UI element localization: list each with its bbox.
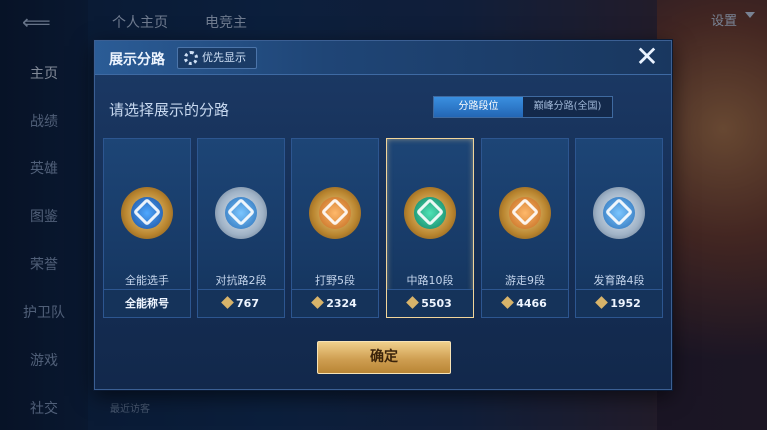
- toggle-lane-rank[interactable]: 分路段位: [434, 97, 523, 117]
- lane-card-footer: 2324: [292, 289, 378, 317]
- lane-display-dialog: 展示分路 优先显示 ✕ 请选择展示的分路 分路段位 巅峰分路(全国) 全能选手 …: [94, 40, 672, 390]
- lane-card-score: 2324: [326, 297, 357, 310]
- clash-lane-badge-icon: [215, 187, 267, 239]
- lane-card-mid[interactable]: 中路10段 5503: [386, 138, 474, 318]
- mid-lane-badge-icon: [404, 187, 456, 239]
- score-icon: [595, 296, 609, 309]
- priority-display-button[interactable]: 优先显示: [177, 47, 257, 69]
- lane-card-farm-lane[interactable]: 发育路4段 1952: [575, 138, 663, 318]
- lane-card-footer: 1952: [576, 289, 662, 317]
- lane-card-footer: 全能称号: [104, 289, 190, 317]
- lane-card-label: 全能选手: [125, 274, 169, 287]
- gear-icon: [184, 51, 198, 65]
- all-round-badge-icon: [121, 187, 173, 239]
- lane-card-score: 4466: [516, 297, 547, 310]
- close-icon[interactable]: ✕: [633, 43, 661, 71]
- lane-card-label: 游走9段: [505, 274, 545, 287]
- score-icon: [406, 296, 420, 309]
- dialog-title: 展示分路: [109, 52, 165, 68]
- lane-card-score: 767: [236, 297, 259, 310]
- lane-mode-toggle[interactable]: 分路段位 巅峰分路(全国): [433, 96, 613, 118]
- lane-card-footer: 4466: [482, 289, 568, 317]
- lane-card-score: 全能称号: [125, 297, 169, 310]
- lane-card-roam[interactable]: 游走9段 4466: [481, 138, 569, 318]
- lane-card-footer: 5503: [387, 289, 473, 317]
- score-icon: [311, 296, 325, 309]
- jungle-badge-icon: [309, 187, 361, 239]
- lane-card-footer: 767: [198, 289, 284, 317]
- lane-card-clash-lane[interactable]: 对抗路2段 767: [197, 138, 285, 318]
- dialog-header: 展示分路 优先显示 ✕: [95, 41, 671, 75]
- lane-card-all-round[interactable]: 全能选手 全能称号: [103, 138, 191, 318]
- score-icon: [501, 296, 515, 309]
- lane-card-jungle[interactable]: 打野5段 2324: [291, 138, 379, 318]
- lane-card-label: 打野5段: [315, 274, 355, 287]
- lane-card-score: 1952: [610, 297, 641, 310]
- farm-lane-badge-icon: [593, 187, 645, 239]
- toggle-peak-lane[interactable]: 巅峰分路(全国): [523, 97, 612, 117]
- lane-card-label: 中路10段: [406, 274, 454, 287]
- lane-cards: 全能选手 全能称号 对抗路2段 767 打野5段 2324 中路10段 5503: [103, 138, 663, 318]
- priority-display-label: 优先显示: [202, 51, 246, 64]
- confirm-button[interactable]: 确定: [317, 341, 451, 374]
- lane-card-label: 对抗路2段: [215, 274, 267, 287]
- lane-card-label: 发育路4段: [593, 274, 645, 287]
- roam-badge-icon: [499, 187, 551, 239]
- score-icon: [221, 296, 234, 309]
- lane-card-score: 5503: [421, 297, 452, 310]
- dialog-subtitle: 请选择展示的分路: [109, 101, 230, 119]
